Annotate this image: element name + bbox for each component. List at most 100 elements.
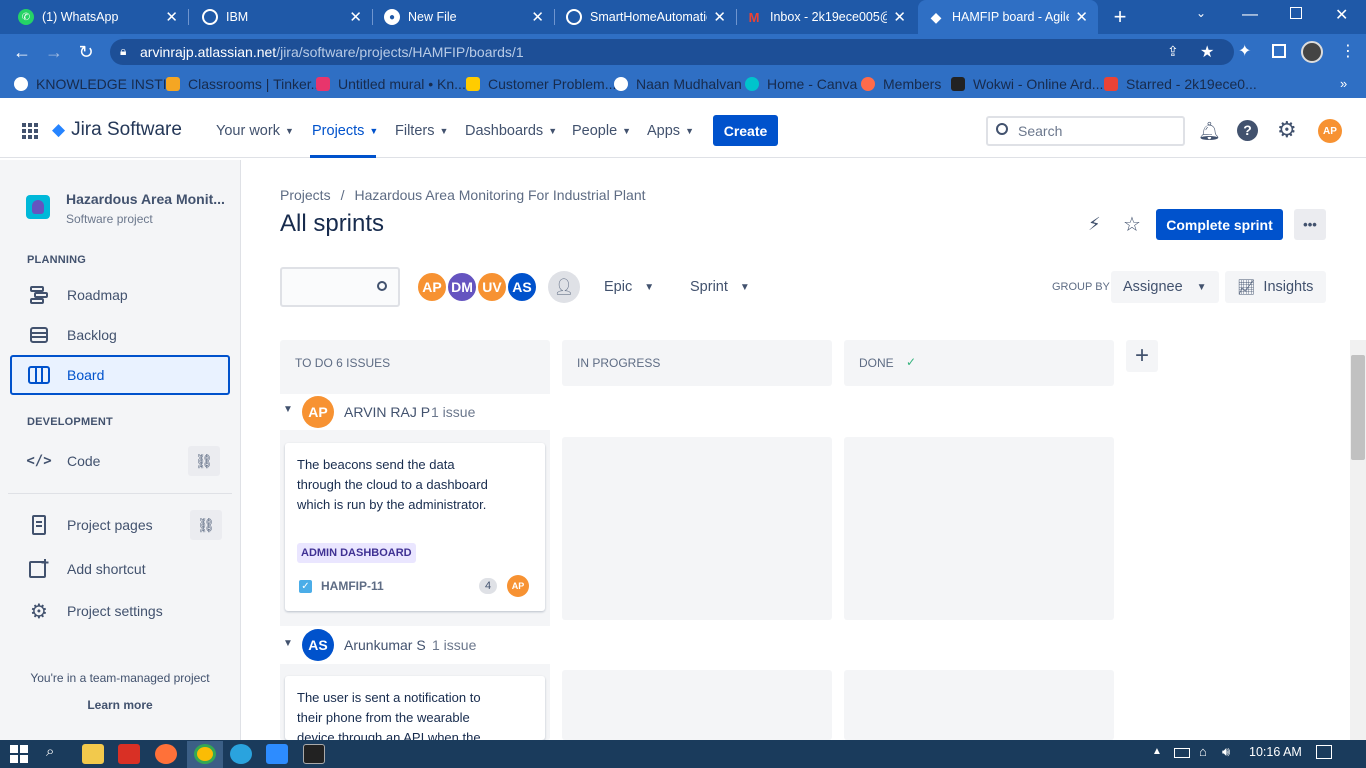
board-search-input[interactable]: [280, 267, 400, 307]
forward-arrow-icon[interactable]: →: [42, 40, 66, 64]
office-icon[interactable]: [118, 744, 140, 764]
reload-icon[interactable]: ↻: [74, 40, 98, 64]
help-icon[interactable]: ?: [1237, 120, 1258, 141]
taskbar-clock[interactable]: 10:16 AM: [1249, 745, 1302, 759]
tab-search-chevron-icon[interactable]: ⌄: [1196, 6, 1206, 20]
sprint-filter-dropdown[interactable]: Sprint ▼: [690, 279, 750, 295]
project-name[interactable]: Hazardous Area Monit...: [66, 191, 225, 207]
scrollbar-thumb[interactable]: [1351, 355, 1365, 460]
settings-gear-icon[interactable]: ⚙: [1277, 117, 1297, 143]
nav-filters[interactable]: Filters ▼: [395, 123, 448, 139]
complete-sprint-button[interactable]: Complete sprint: [1156, 209, 1283, 240]
nav-people[interactable]: People ▼: [572, 123, 631, 139]
sidebar-item-project-settings[interactable]: ⚙ Project settings: [28, 600, 163, 623]
search-input[interactable]: Search: [986, 116, 1185, 146]
insights-button[interactable]: 📈︎ Insights: [1225, 271, 1326, 303]
bookmark-item[interactable]: Customer Problem...: [466, 76, 616, 92]
notifications-center-icon[interactable]: [1316, 745, 1332, 759]
profile-avatar[interactable]: [1301, 41, 1323, 63]
learn-more-link[interactable]: Learn more: [0, 698, 240, 712]
browser-tab-whatsapp[interactable]: ✆ (1) WhatsApp ✕: [8, 0, 188, 34]
epic-label[interactable]: ADMIN DASHBOARD: [297, 543, 416, 563]
firefox-icon[interactable]: [155, 744, 177, 764]
taskbar-search-icon[interactable]: ⌕: [46, 743, 54, 760]
close-icon[interactable]: ✕: [893, 8, 906, 26]
close-icon[interactable]: ✕: [1075, 8, 1088, 26]
sidebar-item-add-shortcut[interactable]: Add shortcut: [28, 558, 146, 580]
sidebar-item-code[interactable]: </> Code: [26, 450, 100, 472]
bookmark-star-icon[interactable]: ★: [1200, 42, 1214, 62]
file-explorer-icon[interactable]: [82, 744, 104, 764]
sidebar-item-backlog[interactable]: Backlog: [28, 324, 117, 346]
bookmark-item[interactable]: Naan Mudhalvan: [614, 76, 742, 92]
epic-filter-dropdown[interactable]: Epic ▼: [604, 279, 654, 295]
bookmark-item[interactable]: Members: [861, 76, 941, 92]
bookmark-item[interactable]: Home - Canva: [745, 76, 857, 92]
breadcrumb-project[interactable]: Hazardous Area Monitoring For Industrial…: [354, 187, 645, 203]
close-icon[interactable]: ✕: [165, 8, 178, 26]
sidebar-item-board-content[interactable]: Board: [28, 364, 104, 386]
browser-menu-icon[interactable]: ⋮: [1340, 41, 1356, 61]
bookmark-item[interactable]: Starred - 2k19ece0...: [1104, 76, 1257, 92]
restore-icon[interactable]: [1290, 7, 1302, 19]
automation-lightning-icon[interactable]: ⚡: [1088, 214, 1101, 235]
browser-tab-github[interactable]: ● New File ✕: [374, 0, 554, 34]
network-icon[interactable]: ⌂: [1199, 744, 1207, 759]
nav-apps[interactable]: Apps ▼: [647, 123, 694, 139]
bookmark-item[interactable]: Untitled mural • Kn...: [316, 76, 466, 92]
url-field[interactable]: 🔒︎ arvinrajp.atlassian.net/jira/software…: [110, 39, 1234, 65]
group-by-dropdown[interactable]: Assignee ▼: [1111, 271, 1219, 303]
bookmark-item[interactable]: Classrooms | Tinker...: [166, 76, 322, 92]
code-link-icon[interactable]: ⛓: [188, 446, 220, 476]
filter-avatar-uv[interactable]: UV: [476, 271, 508, 303]
close-icon[interactable]: ✕: [713, 8, 726, 26]
nav-dashboards[interactable]: Dashboards ▼: [465, 123, 557, 139]
issue-card[interactable]: The user is sent a notification to their…: [285, 676, 545, 740]
chevron-down-icon[interactable]: ▼: [283, 404, 293, 415]
nav-your-work[interactable]: Your work ▼: [216, 123, 294, 139]
new-tab-button[interactable]: +: [1108, 5, 1132, 29]
share-icon[interactable]: ⇪: [1167, 43, 1179, 60]
telegram-icon[interactable]: [230, 744, 252, 764]
close-icon[interactable]: ✕: [531, 8, 544, 26]
chevron-down-icon[interactable]: ▼: [283, 638, 293, 649]
jira-logo[interactable]: ◆ Jira Software: [52, 119, 182, 141]
bookmark-item[interactable]: KNOWLEDGE INSTI...: [14, 76, 178, 92]
filter-avatar-ap[interactable]: AP: [416, 271, 448, 303]
more-bookmarks-icon[interactable]: »: [1340, 76, 1347, 91]
user-avatar[interactable]: AP: [1318, 119, 1342, 143]
tray-chevron-up-icon[interactable]: ▲: [1152, 746, 1162, 757]
nav-projects[interactable]: Projects ▼: [312, 123, 378, 139]
zoom-icon[interactable]: [266, 744, 288, 764]
more-actions-button[interactable]: •••: [1294, 209, 1326, 240]
browser-tab-jira[interactable]: ◆ HAMFIP board - Agile ✕: [918, 0, 1098, 34]
browser-tab-smarthome[interactable]: SmartHomeAutomatic ✕: [556, 0, 736, 34]
sidebar-item-project-pages[interactable]: Project pages: [28, 514, 153, 536]
window-close-icon[interactable]: ✕: [1335, 5, 1348, 25]
sidebar-item-roadmap[interactable]: Roadmap: [28, 284, 128, 306]
add-column-button[interactable]: +: [1126, 340, 1158, 372]
notifications-bell-icon[interactable]: 🔔︎: [1198, 121, 1221, 142]
issue-card[interactable]: The beacons send the data through the cl…: [285, 443, 545, 611]
side-panel-icon[interactable]: [1272, 44, 1286, 58]
extensions-icon[interactable]: ✦: [1238, 41, 1251, 61]
browser-tab-gmail[interactable]: M Inbox - 2k19ece005@ ✕: [736, 0, 916, 34]
app-switcher-icon[interactable]: [22, 123, 38, 139]
issue-key[interactable]: HAMFIP-11: [321, 576, 384, 596]
back-arrow-icon[interactable]: ←: [10, 40, 34, 64]
assignee-avatar[interactable]: AP: [507, 575, 529, 597]
create-button[interactable]: Create: [713, 115, 778, 146]
minimize-icon[interactable]: —: [1242, 6, 1258, 24]
battery-icon[interactable]: [1174, 748, 1190, 758]
filter-avatar-dm[interactable]: DM: [446, 271, 478, 303]
close-icon[interactable]: ✕: [349, 8, 362, 26]
chrome-icon[interactable]: [194, 744, 216, 764]
windows-start-icon[interactable]: [10, 745, 28, 763]
filter-avatar-as[interactable]: AS: [506, 271, 538, 303]
pages-link-icon[interactable]: ⛓: [190, 510, 222, 540]
volume-icon[interactable]: 🔊︎: [1222, 744, 1230, 760]
bookmark-item[interactable]: Wokwi - Online Ard...: [951, 76, 1103, 92]
star-icon[interactable]: ☆: [1123, 212, 1141, 237]
terminal-icon[interactable]: [303, 744, 325, 764]
add-people-icon[interactable]: 👤︎: [548, 271, 580, 303]
